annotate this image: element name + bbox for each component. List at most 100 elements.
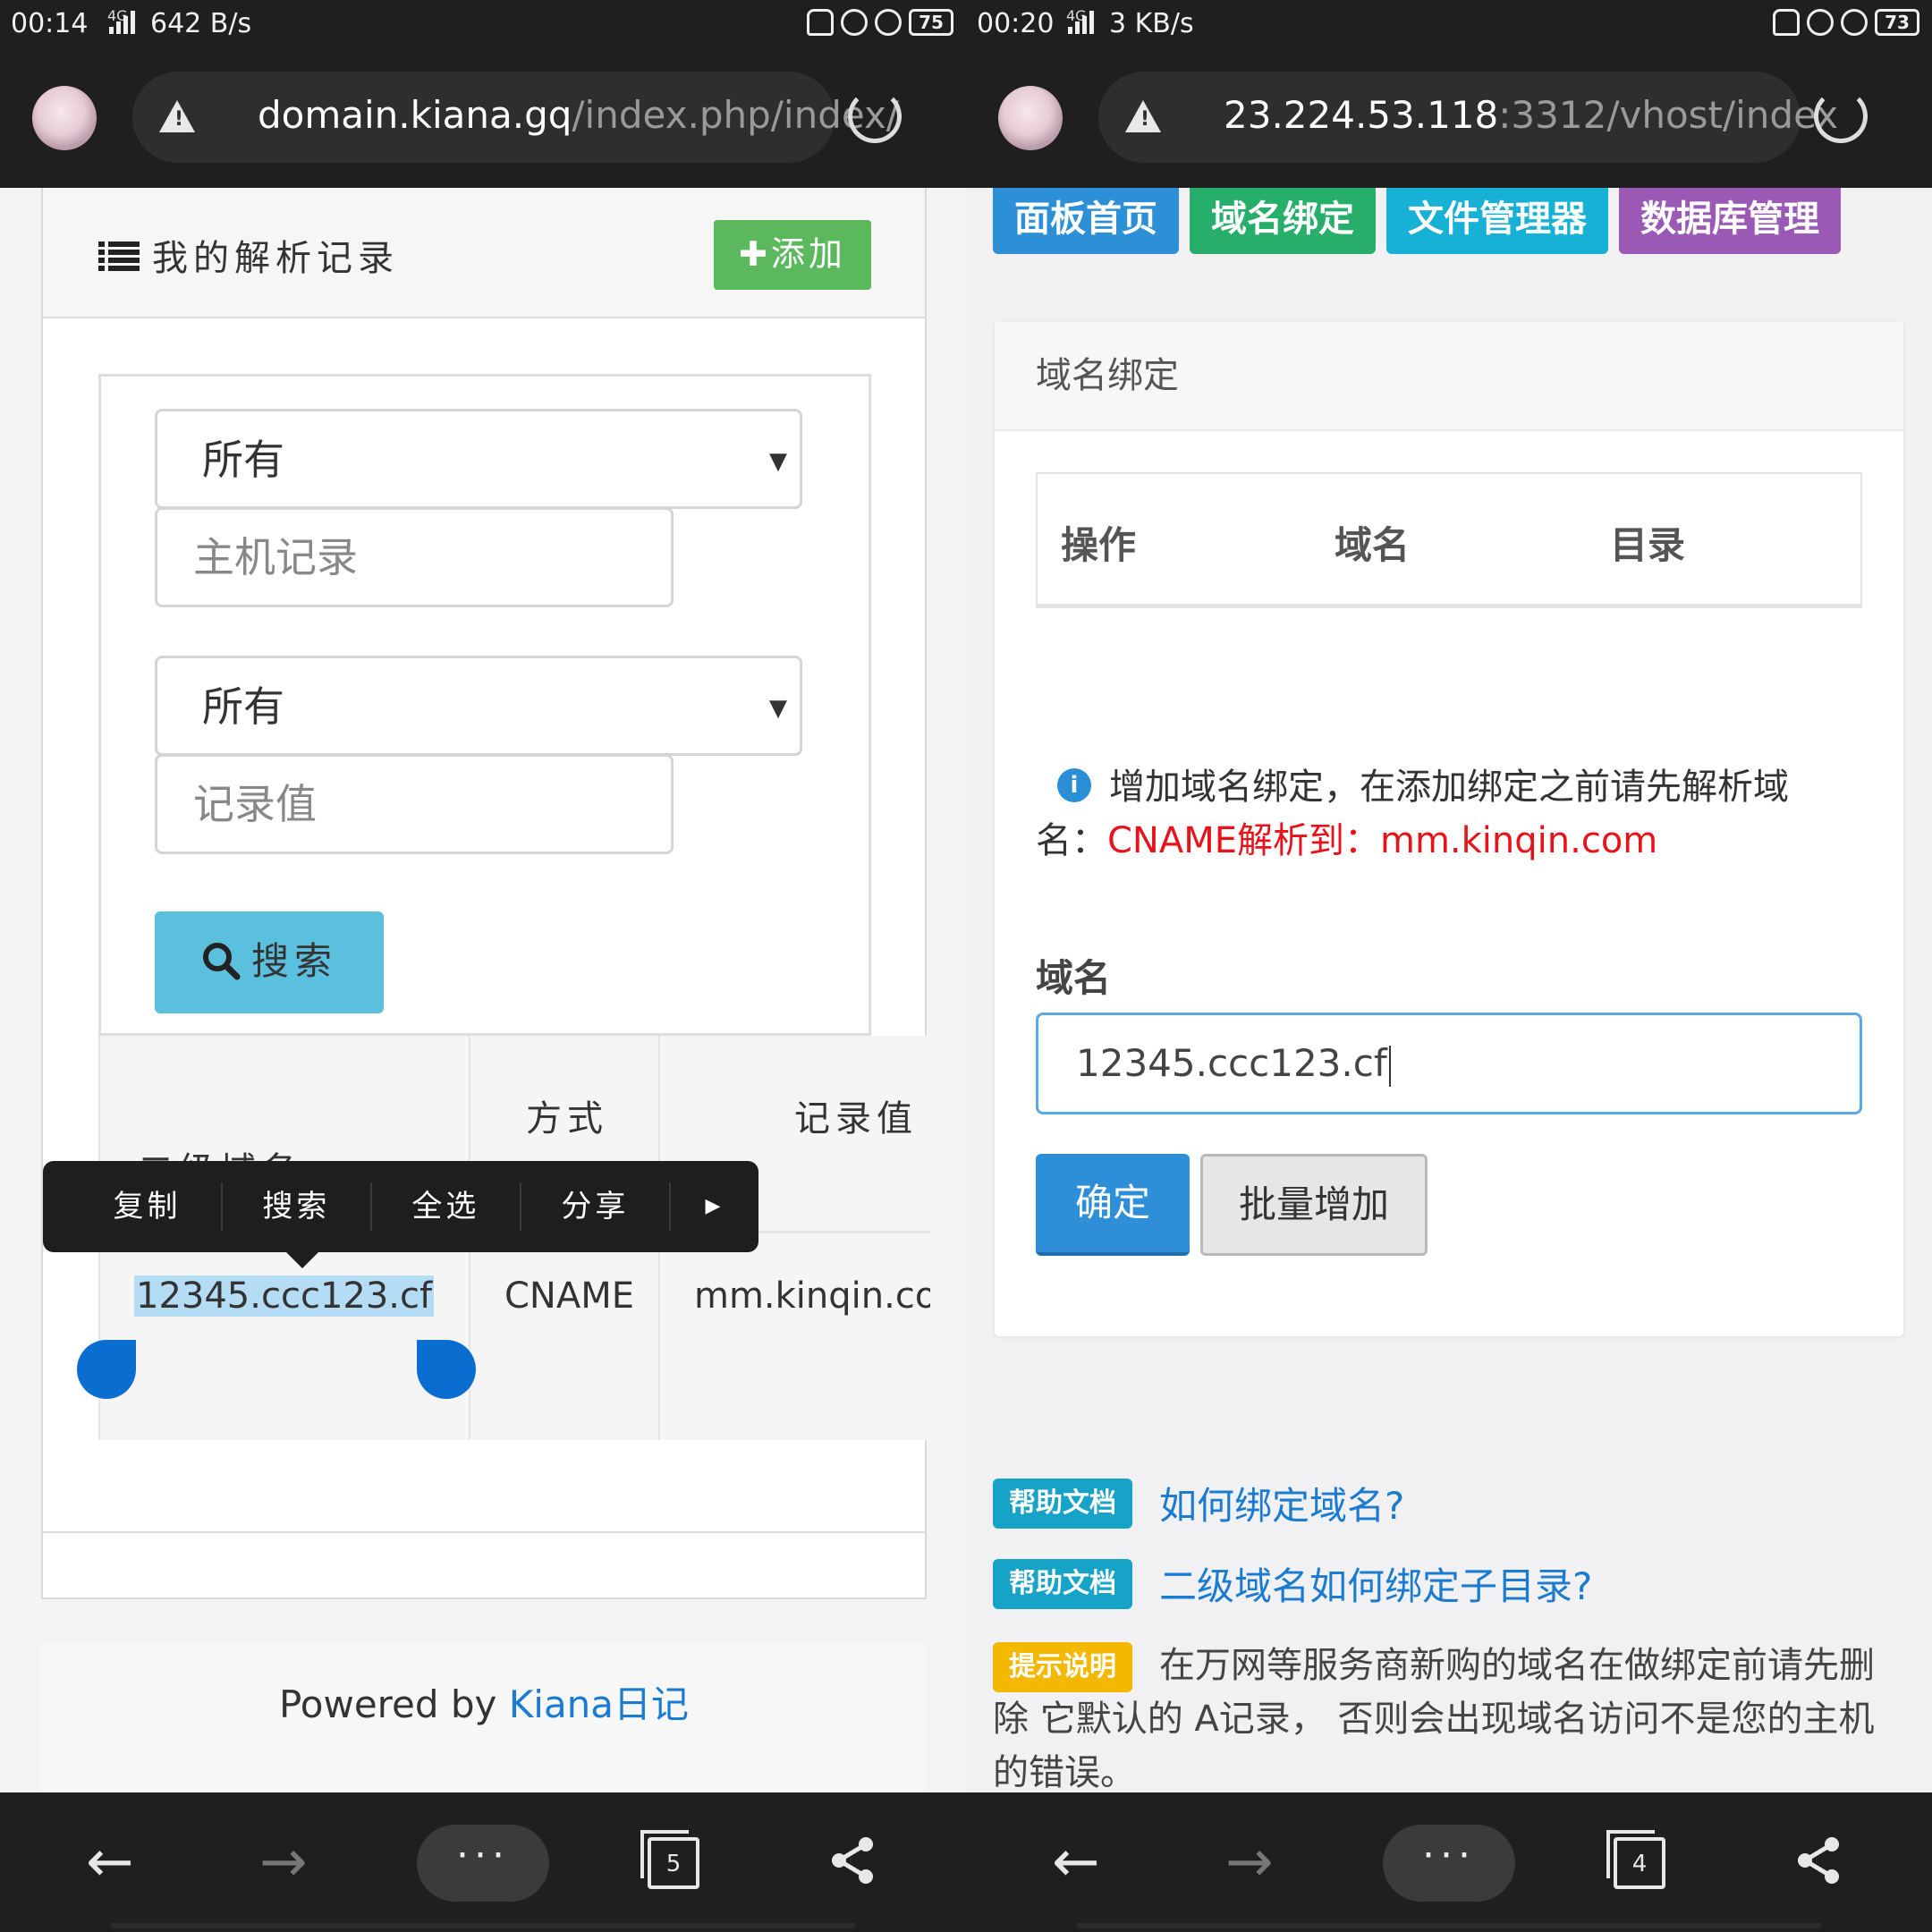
insecure-warning-icon[interactable]: ! bbox=[159, 100, 195, 132]
footer: Powered by Kiana日记 bbox=[41, 1642, 927, 1792]
reload-icon[interactable] bbox=[1814, 89, 1868, 143]
right-screen: 00:20 4G 3 KB/s 73 ! 23.224.53.118:3312/… bbox=[966, 0, 1932, 1932]
tip-badge: 提示说明 bbox=[993, 1642, 1132, 1692]
nav-file-manager-button[interactable]: 文件管理器 bbox=[1386, 188, 1608, 254]
nav-database-button[interactable]: 数据库管理 bbox=[1619, 188, 1841, 254]
binding-table: 操作 域名 目录 bbox=[1036, 472, 1862, 608]
line-select[interactable]: 所有 ▼ bbox=[155, 656, 802, 756]
reload-icon[interactable] bbox=[848, 89, 902, 143]
search-button[interactable]: 搜索 bbox=[155, 911, 384, 1013]
panel-header: 我的解析记录 ✚添加 bbox=[43, 188, 925, 318]
tabs-icon[interactable]: 5 bbox=[640, 1830, 699, 1889]
help-link-subdirectory[interactable]: 二级域名如何绑定子目录? bbox=[1159, 1564, 1592, 1608]
back-icon[interactable]: ← bbox=[1052, 1826, 1100, 1898]
battery-icon: 73 bbox=[1875, 9, 1919, 36]
search-form: 所有 ▼ 主机记录 所有 ▼ 记录值 搜索 bbox=[98, 374, 871, 1036]
share-icon[interactable] bbox=[1792, 1834, 1846, 1887]
help-badge: 帮助文档 bbox=[993, 1558, 1132, 1609]
lock-rotation-icon bbox=[841, 9, 868, 36]
tabs-icon[interactable]: 4 bbox=[1606, 1830, 1665, 1889]
signal-icon bbox=[1068, 11, 1094, 34]
menu-copy[interactable]: 复制 bbox=[73, 1182, 223, 1231]
dropdown-caret-icon: ▼ bbox=[769, 695, 787, 722]
menu-select-all[interactable]: 全选 bbox=[372, 1182, 521, 1231]
panel-title: 域名绑定 bbox=[995, 322, 1903, 431]
status-bar: 00:20 4G 3 KB/s 73 bbox=[966, 0, 1932, 48]
help-badge: 帮助文档 bbox=[993, 1478, 1132, 1529]
column-header: 方式 bbox=[526, 1098, 608, 1140]
browser-toolbar: ! domain.kiana.gq/index.php/index/ bbox=[0, 48, 966, 188]
domain-binding-panel: 域名绑定 操作 域名 目录 i 增加域名绑定，在添加绑定之前请先解析域名：CNAM… bbox=[995, 322, 1903, 1336]
net-speed: 642 B/s bbox=[150, 8, 252, 39]
menu-dots-icon[interactable]: ··· bbox=[1383, 1825, 1515, 1902]
help-link-bind-domain[interactable]: 如何绑定域名? bbox=[1159, 1484, 1404, 1528]
help-item: 帮助文档 如何绑定域名? bbox=[993, 1476, 1404, 1530]
menu-search[interactable]: 搜索 bbox=[223, 1182, 372, 1231]
info-icon: i bbox=[1057, 768, 1091, 802]
records-panel: 我的解析记录 ✚添加 所有▼ 主机记录 所有▼ 记录值 搜索 二级域名 方式 记… bbox=[41, 188, 930, 1599]
forward-icon[interactable]: → bbox=[1225, 1826, 1274, 1898]
add-record-button[interactable]: ✚添加 bbox=[714, 220, 871, 290]
selection-handle-right[interactable] bbox=[417, 1340, 476, 1399]
list-icon bbox=[98, 242, 140, 271]
plus-icon: ✚ bbox=[739, 234, 771, 274]
confirm-button[interactable]: 确定 bbox=[1036, 1154, 1190, 1256]
page-title: 我的解析记录 bbox=[98, 229, 399, 281]
bulk-add-button[interactable]: 批量增加 bbox=[1200, 1154, 1428, 1256]
host-record-input[interactable]: 主机记录 bbox=[155, 507, 674, 607]
gesture-bar bbox=[1077, 1923, 1821, 1928]
table-cell-type: CNAME bbox=[504, 1275, 634, 1317]
battery-icon: 75 bbox=[909, 9, 953, 36]
left-screen: 00:14 4G 642 B/s 75 ! domain.kiana.gq/in… bbox=[0, 0, 966, 1932]
table-cell-domain[interactable]: 12345.ccc123.cf bbox=[134, 1275, 435, 1317]
column-header: 目录 bbox=[1610, 523, 1686, 567]
insecure-warning-icon[interactable]: ! bbox=[1125, 100, 1161, 132]
record-value-input[interactable]: 记录值 bbox=[155, 754, 674, 854]
back-icon[interactable]: ← bbox=[86, 1826, 134, 1898]
browser-bottom-nav: ← → ··· 4 bbox=[966, 1792, 1932, 1932]
domain-label: 域名 bbox=[1036, 956, 1112, 1000]
type-select[interactable]: 所有 ▼ bbox=[155, 409, 802, 509]
browser-bottom-nav: ← → ··· 5 bbox=[0, 1792, 966, 1932]
tip-note: 提示说明 在万网等服务商新购的域名在做绑定前请先删除 它默认的 A记录， 否则会出… bbox=[993, 1639, 1905, 1800]
help-item: 帮助文档 二级域名如何绑定子目录? bbox=[993, 1556, 1592, 1611]
address-bar[interactable]: ! 23.224.53.118:3312/vhost/index bbox=[1098, 72, 1838, 163]
clock: 00:20 bbox=[977, 8, 1055, 39]
brand-link[interactable]: Kiana日记 bbox=[509, 1682, 689, 1726]
status-icons: 75 bbox=[807, 9, 953, 36]
table-cell-value: mm.kinqin.com bbox=[694, 1275, 930, 1317]
menu-more-arrow-icon[interactable]: ▶ bbox=[671, 1182, 758, 1231]
status-icons: 73 bbox=[1773, 9, 1919, 36]
mute-icon bbox=[807, 9, 834, 36]
avatar[interactable] bbox=[32, 86, 97, 150]
column-header: 域名 bbox=[1335, 523, 1411, 567]
clock: 00:14 bbox=[11, 8, 89, 39]
browser-toolbar: ! 23.224.53.118:3312/vhost/index bbox=[966, 48, 1932, 188]
nav-home-button[interactable]: 面板首页 bbox=[993, 188, 1179, 254]
domain-input[interactable]: 12345.ccc123.cf bbox=[1036, 1013, 1862, 1114]
url-text[interactable]: 23.224.53.118:3312/vhost/index bbox=[1224, 93, 1838, 137]
menu-dots-icon[interactable]: ··· bbox=[417, 1825, 549, 1902]
panel-nav: 面板首页 域名绑定 文件管理器 数据库管理 bbox=[993, 188, 1841, 254]
avatar[interactable] bbox=[998, 86, 1063, 150]
menu-share[interactable]: 分享 bbox=[521, 1182, 671, 1231]
binding-notice: i 增加域名绑定，在添加绑定之前请先解析域名：CNAME解析到：mm.kinqin… bbox=[1036, 767, 1789, 861]
lock-rotation-icon bbox=[1807, 9, 1834, 36]
status-bar: 00:14 4G 642 B/s 75 bbox=[0, 0, 966, 48]
url-text[interactable]: domain.kiana.gq/index.php/index/ bbox=[258, 93, 899, 137]
share-icon[interactable] bbox=[826, 1834, 880, 1887]
column-header: 操作 bbox=[1061, 523, 1137, 567]
address-bar[interactable]: ! domain.kiana.gq/index.php/index/ bbox=[132, 72, 899, 163]
text-selection-menu: 复制 搜索 全选 分享 ▶ bbox=[43, 1161, 758, 1268]
dropdown-caret-icon: ▼ bbox=[769, 448, 787, 475]
alarm-icon bbox=[875, 9, 902, 36]
net-speed: 3 KB/s bbox=[1109, 8, 1194, 39]
gesture-bar bbox=[111, 1923, 855, 1928]
forward-icon[interactable]: → bbox=[259, 1826, 308, 1898]
mute-icon bbox=[1773, 9, 1800, 36]
nav-domain-binding-button[interactable]: 域名绑定 bbox=[1190, 188, 1376, 254]
selection-handle-left[interactable] bbox=[77, 1340, 136, 1399]
column-header: 记录值 bbox=[794, 1098, 918, 1140]
signal-icon bbox=[109, 11, 135, 34]
search-icon bbox=[202, 942, 241, 979]
